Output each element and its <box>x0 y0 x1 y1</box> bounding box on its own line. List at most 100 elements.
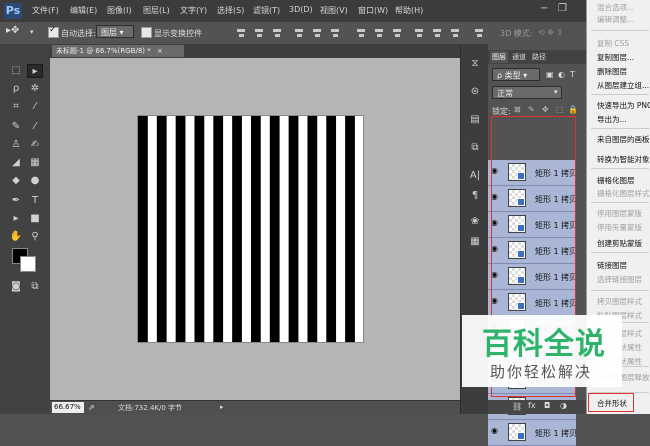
context-menu-item[interactable]: 栅格化图层 <box>597 175 635 186</box>
chevron-down-icon[interactable]: ▾ <box>30 28 34 36</box>
layer-style-icon[interactable]: fx <box>528 401 536 410</box>
actions-panel-icon[interactable]: ⧉ <box>467 140 483 156</box>
move-tool-icon[interactable]: ▸✥ <box>6 25 19 36</box>
context-menu-item[interactable]: 创建剪贴蒙版 <box>597 238 642 249</box>
tab-paths[interactable]: 路径 <box>530 51 548 63</box>
screen-mode-icon[interactable]: ⧉ <box>27 280 43 294</box>
add-mask-icon[interactable]: ◘ <box>544 401 550 410</box>
clone-stamp-icon[interactable]: ♙ <box>8 138 24 152</box>
zoom-tool-icon[interactable]: ⚲ <box>27 230 43 244</box>
chevron-down-icon[interactable]: ▾ <box>554 88 558 96</box>
filter-type-icon[interactable]: T <box>570 70 575 79</box>
menu-filter[interactable]: 滤镜(T) <box>253 5 280 16</box>
zoom-input[interactable]: 66.67% <box>52 402 84 413</box>
hand-tool-icon[interactable]: ✋ <box>8 230 24 244</box>
move-tool-icon[interactable]: ▸ <box>27 64 43 78</box>
align-right-icon[interactable] <box>330 28 340 38</box>
watermark: 百科全说 助你轻松解决 <box>462 315 622 387</box>
align-bottom-icon[interactable] <box>272 28 282 38</box>
type-tool-icon[interactable]: T <box>27 194 43 208</box>
align-vcenter-icon[interactable] <box>254 28 264 38</box>
context-menu-item[interactable]: 导出为... <box>597 114 627 125</box>
blend-mode-dropdown[interactable]: 正常 <box>492 86 562 99</box>
context-menu-item[interactable]: 复制图层... <box>597 52 634 63</box>
tab-channels[interactable]: 通道 <box>510 51 528 63</box>
auto-align-icon[interactable] <box>474 28 484 38</box>
menu-view[interactable]: 视图(V) <box>320 5 348 16</box>
blur-tool-icon[interactable]: ◆ <box>8 174 24 188</box>
menu-file[interactable]: 文件(F) <box>32 5 59 16</box>
context-menu-item[interactable]: 从图层建立组... <box>597 80 649 91</box>
auto-select-dropdown[interactable]: 图层 ▾ <box>96 25 134 38</box>
marquee-tool-icon[interactable]: ⬚ <box>8 64 24 78</box>
lasso-tool-icon[interactable]: ρ <box>8 82 24 96</box>
link-layers-icon[interactable]: ⛓ <box>512 402 522 411</box>
artboard[interactable] <box>138 116 363 342</box>
lock-pixels-icon[interactable]: ⊠ <box>514 105 521 114</box>
export-icon[interactable]: ⇗ <box>88 403 95 412</box>
menu-type[interactable]: 文字(Y) <box>180 5 207 16</box>
menu-edit[interactable]: 编辑(E) <box>70 5 97 16</box>
filter-image-icon[interactable]: ▣ <box>546 70 554 79</box>
adjustment-layer-icon[interactable]: ◑ <box>560 401 567 410</box>
close-tab-icon[interactable]: × <box>157 47 163 55</box>
menu-layer[interactable]: 图层(L) <box>143 5 170 16</box>
crop-tool-icon[interactable]: ⌗ <box>8 100 24 114</box>
grid-panel-icon[interactable]: ▦ <box>467 234 483 250</box>
healing-brush-icon[interactable]: ✎ <box>8 120 24 134</box>
context-menu-item[interactable]: 链接图层 <box>597 260 627 271</box>
swatches-panel-icon[interactable]: ❀ <box>467 214 483 230</box>
status-menu-arrow-icon[interactable]: ▸ <box>220 403 224 411</box>
minimize-button[interactable]: − <box>540 3 548 14</box>
eraser-tool-icon[interactable]: ◢ <box>8 156 24 170</box>
menu-help[interactable]: 帮助(H) <box>395 5 423 16</box>
lock-paint-icon[interactable]: ✎ <box>528 105 535 114</box>
pen-tool-icon[interactable]: ✒ <box>8 194 24 208</box>
background-color-swatch[interactable] <box>20 256 36 272</box>
distribute-bottom-icon[interactable] <box>392 28 402 38</box>
distribute-right-icon[interactable] <box>450 28 460 38</box>
menu-window[interactable]: 窗口(W) <box>358 5 388 16</box>
context-menu-item[interactable]: 删除图层 <box>597 66 627 77</box>
tab-layers[interactable]: 图层 <box>490 51 508 63</box>
dodge-tool-icon[interactable]: ● <box>27 174 43 188</box>
brush-tool-icon[interactable]: ⁄ <box>27 120 43 134</box>
3d-rotate-icon[interactable]: ⟲ ✥ ⇕ <box>538 28 563 37</box>
align-left-icon[interactable] <box>294 28 304 38</box>
magic-wand-icon[interactable]: ✲ <box>27 82 43 96</box>
restore-button[interactable]: ❐ <box>558 3 567 14</box>
context-menu-item[interactable]: 来自图层的画板... <box>597 134 650 145</box>
history-brush-icon[interactable]: ✍ <box>27 138 43 152</box>
lock-position-icon[interactable]: ✥ <box>542 105 549 114</box>
lock-all-icon[interactable]: 🔒 <box>568 105 578 114</box>
distribute-left-icon[interactable] <box>414 28 424 38</box>
path-select-icon[interactable]: ▸ <box>8 212 24 226</box>
context-menu-item[interactable]: 快速导出为 PNG <box>597 100 650 111</box>
layer-filter-dropdown[interactable]: ρ 类型 ▾ <box>492 68 540 81</box>
adjustments-panel-icon[interactable]: ▤ <box>467 112 483 128</box>
properties-panel-icon[interactable]: ⊜ <box>467 84 483 100</box>
context-menu-item[interactable]: 转换为智能对象 <box>597 154 650 165</box>
menu-select[interactable]: 选择(S) <box>217 5 244 16</box>
distribute-vcenter-icon[interactable] <box>374 28 384 38</box>
gradient-tool-icon[interactable]: ▦ <box>27 156 43 170</box>
history-panel-icon[interactable]: ⧖ <box>467 56 483 72</box>
menu-3d[interactable]: 3D(D) <box>289 5 313 14</box>
menu-image[interactable]: 图像(I) <box>107 5 132 16</box>
document-tab[interactable]: 未标题-1 @ 66.7%(RGB/8) * × <box>52 45 184 57</box>
auto-select-checkbox[interactable] <box>48 25 59 38</box>
show-transform-checkbox[interactable] <box>141 27 152 38</box>
align-hcenter-icon[interactable] <box>312 28 322 38</box>
quick-mask-icon[interactable]: ◙ <box>8 280 24 294</box>
lock-artboard-icon[interactable]: ⬚ <box>556 105 564 114</box>
align-top-icon[interactable] <box>236 28 246 38</box>
eyedropper-icon[interactable]: ⁄ <box>27 100 43 114</box>
visibility-eye-icon[interactable]: ◉ <box>491 427 499 435</box>
distribute-hcenter-icon[interactable] <box>432 28 442 38</box>
distribute-top-icon[interactable] <box>356 28 366 38</box>
paragraph-panel-icon[interactable]: ¶ <box>467 188 483 204</box>
rectangle-tool-icon[interactable]: ■ <box>27 212 43 226</box>
filter-adjust-icon[interactable]: ◐ <box>558 70 565 79</box>
layer-row[interactable]: ◉ 矩形 1 拷贝 <box>488 420 577 446</box>
character-panel-icon[interactable]: A| <box>467 168 483 184</box>
